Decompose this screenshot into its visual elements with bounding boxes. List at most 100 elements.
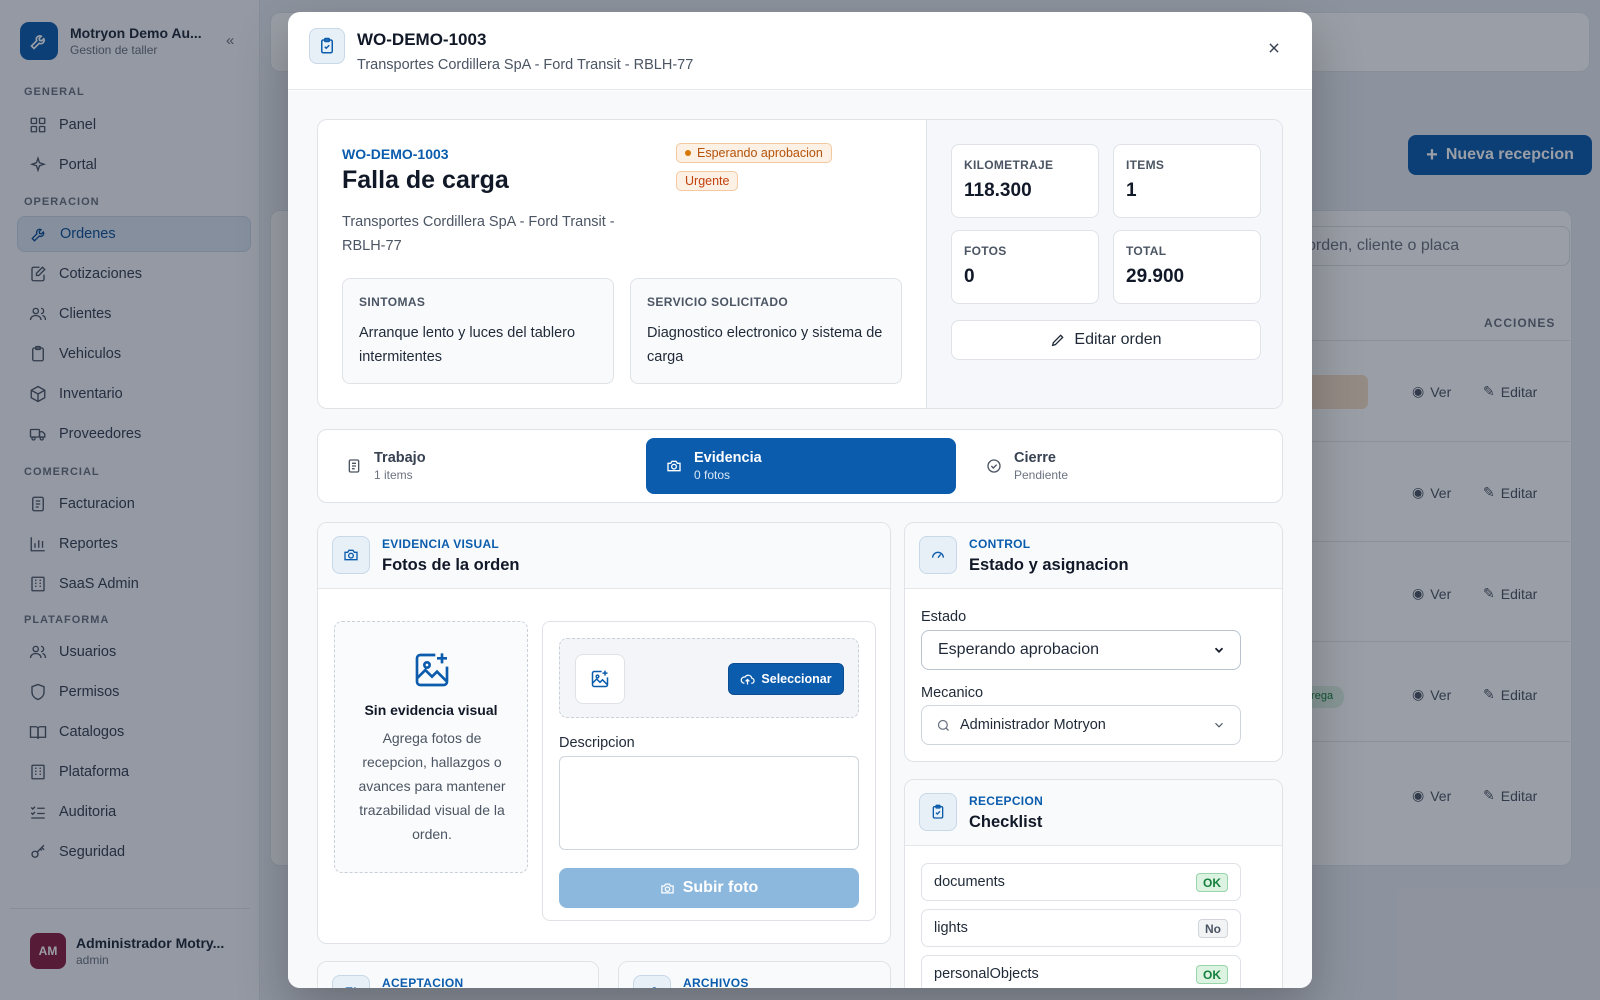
chevron-down-icon [1214, 647, 1224, 653]
tab-label: Trabajo [374, 450, 426, 466]
select-photo-button[interactable]: Seleccionar [728, 663, 844, 695]
mechanic-value: Administrador Motryon [960, 717, 1106, 733]
symptoms-value: Arranque lento y luces del tablero inter… [359, 325, 576, 365]
modal-body[interactable]: WO-DEMO-1003 Falla de carga Transportes … [288, 91, 1312, 988]
control-card: CONTROL Estado y asignacion Estado Esper… [904, 522, 1283, 762]
card-kicker: EVIDENCIA VISUAL [382, 537, 500, 551]
card-kicker: ARCHIVOS [683, 976, 749, 988]
description-input[interactable] [559, 756, 859, 850]
document-icon [348, 459, 360, 473]
card-header: CONTROL Estado y asignacion [905, 523, 1282, 589]
symptoms-label: SINTOMAS [359, 295, 426, 309]
stat-value: 1 [1126, 180, 1137, 201]
evidence-card: EVIDENCIA VISUAL Fotos de la orden Sin e… [317, 522, 891, 944]
upload-panel: Seleccionar Descripcion Subir foto [542, 621, 876, 921]
search-icon [937, 719, 949, 731]
card-header: ARCHIVOS [619, 962, 890, 988]
camera-icon [667, 460, 681, 472]
requested-service-box: SERVICIO SOLICITADO Diagnostico electron… [630, 278, 902, 384]
card-header: EVIDENCIA VISUAL Fotos de la orden [318, 523, 890, 589]
card-kicker: RECEPCION [969, 794, 1044, 808]
requested-service-label: SERVICIO SOLICITADO [647, 295, 789, 309]
pencil-icon [1052, 334, 1065, 347]
checklist-item: lights No [921, 909, 1241, 947]
stat-label: ITEMS [1126, 158, 1165, 172]
empty-text: Agrega fotos de recepcion, hallazgos o a… [358, 730, 506, 842]
upload-photo-label: Subir foto [682, 879, 759, 896]
empty-title: Sin evidencia visual [364, 702, 498, 718]
tab-cierre[interactable]: Cierre Pendiente [966, 438, 1276, 494]
tab-label: Cierre [1014, 450, 1056, 466]
stat-kilometraje: KILOMETRAJE 118.300 [951, 144, 1099, 218]
order-detail-modal: WO-DEMO-1003 Transportes Cordillera SpA … [288, 12, 1312, 988]
state-value: Esperando aprobacion [938, 641, 1100, 658]
state-label: Estado [921, 609, 967, 625]
tab-sub: 0 fotos [694, 468, 731, 482]
modal-subtitle: Transportes Cordillera SpA - Ford Transi… [357, 57, 694, 73]
card-header: ACEPTACION [318, 962, 598, 988]
order-client: Transportes Cordillera SpA - Ford Transi… [342, 214, 615, 254]
checklist-card: RECEPCION Checklist documents OK lights … [904, 779, 1283, 988]
stat-total: TOTAL 29.900 [1113, 230, 1261, 304]
camera-icon [332, 536, 370, 574]
requested-service-value: Diagnostico electronico y sistema de car… [647, 325, 883, 365]
card-title: Estado y asignacion [969, 556, 1129, 574]
checklist-item: personalObjects OK [921, 955, 1241, 988]
mechanic-combobox[interactable]: Administrador Motryon [921, 705, 1241, 745]
select-photo-label: Seleccionar [761, 672, 832, 686]
files-card: ARCHIVOS [618, 961, 891, 988]
clipboard-check-icon [309, 28, 345, 64]
card-title: Fotos de la orden [382, 556, 520, 574]
tab-evidencia[interactable]: Evidencia 0 fotos [646, 438, 956, 494]
symptoms-box: SINTOMAS Arranque lento y luces del tabl… [342, 278, 614, 384]
photo-drop-zone[interactable]: Seleccionar [559, 638, 859, 718]
stat-value: 0 [964, 266, 975, 287]
order-tabs: Trabajo 1 items Evidencia 0 fotos Cierre Pe… [317, 429, 1283, 503]
stat-fotos: FOTOS 0 [951, 230, 1099, 304]
paperclip-icon [633, 975, 671, 988]
card-title: Checklist [969, 813, 1043, 831]
card-header: RECEPCION Checklist [905, 780, 1282, 846]
checklist-status-badge: OK [1196, 965, 1228, 984]
stat-value: 118.300 [964, 180, 1032, 201]
image-plus-icon [575, 654, 625, 704]
signature-icon [332, 975, 370, 988]
stat-value: 29.900 [1126, 266, 1185, 287]
state-select[interactable]: Esperando aprobacion [921, 630, 1241, 670]
checklist-status-badge: OK [1196, 873, 1228, 892]
edit-order-button[interactable]: Editar orden [951, 320, 1261, 360]
stat-label: FOTOS [964, 244, 1007, 258]
modal-header: WO-DEMO-1003 Transportes Cordillera SpA … [288, 12, 1312, 90]
camera-icon [660, 883, 674, 893]
checklist-item-label: documents [934, 874, 1005, 890]
clipboard-check-icon [919, 793, 957, 831]
modal-title: WO-DEMO-1003 [357, 30, 487, 49]
stat-items: ITEMS 1 [1113, 144, 1261, 218]
checklist-item: documents OK [921, 863, 1241, 901]
order-summary-card: WO-DEMO-1003 Falla de carga Transportes … [317, 119, 1283, 409]
upload-photo-button[interactable]: Subir foto [559, 868, 859, 908]
order-stats: KILOMETRAJE 118.300 ITEMS 1 FOTOS 0 TOTA… [926, 120, 1282, 408]
tab-sub: 1 items [374, 468, 413, 482]
status-badge-label: Esperando aprobacion [697, 146, 823, 160]
priority-badge: Urgente [676, 171, 739, 191]
acceptance-card: ACEPTACION [317, 961, 599, 988]
cloud-upload-icon [741, 674, 756, 684]
checklist-status-badge: No [1198, 919, 1228, 938]
status-dot-icon [685, 150, 691, 156]
card-kicker: ACEPTACION [382, 976, 464, 988]
close-icon[interactable] [1262, 36, 1286, 60]
tab-sub: Pendiente [1014, 468, 1069, 482]
order-summary-main: WO-DEMO-1003 Falla de carga Transportes … [318, 120, 926, 408]
tab-trabajo[interactable]: Trabajo 1 items [326, 438, 636, 494]
stat-label: TOTAL [1126, 244, 1167, 258]
status-badge: Esperando aprobacion [676, 143, 832, 163]
order-title: Falla de carga [342, 166, 509, 194]
edit-order-label: Editar orden [1074, 331, 1162, 348]
image-plus-icon [415, 653, 449, 687]
tab-label: Evidencia [694, 450, 762, 466]
chevron-down-icon [1215, 722, 1223, 728]
checklist-item-label: personalObjects [934, 966, 1039, 982]
checklist-item-label: lights [934, 920, 968, 936]
empty-evidence: Sin evidencia visual Agrega fotos de rec… [334, 621, 528, 873]
